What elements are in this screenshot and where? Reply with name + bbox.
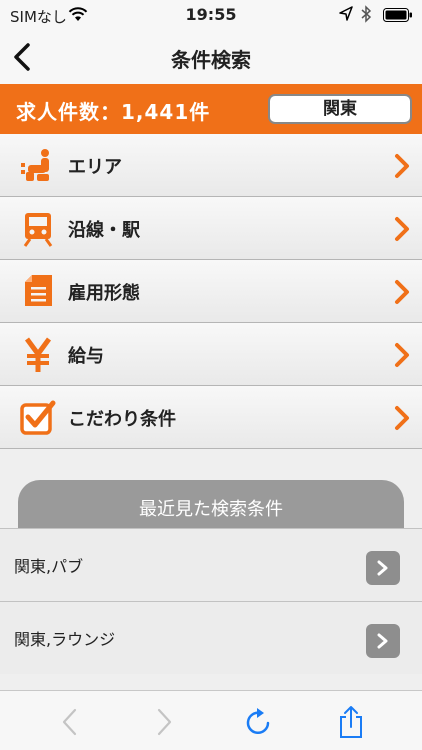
status-bar: SIMなし 19:55 — [0, 0, 422, 30]
menu-item-label: こだわり条件 — [68, 409, 176, 430]
menu-item-preferences[interactable]: こだわり条件 — [0, 386, 422, 449]
recent-search-label: 関東,ラウンジ — [14, 630, 116, 649]
region-button[interactable]: 関東 — [268, 94, 412, 124]
chevron-right-icon — [395, 406, 409, 430]
recent-search-go-button[interactable] — [366, 551, 400, 585]
menu-item-line-station[interactable]: 沿線・駅 — [0, 197, 422, 260]
search-condition-menu: エリア 沿線・駅 雇用形態 給与 こだわり条件 — [0, 134, 422, 449]
recent-search-item[interactable]: 関東,ラウンジ — [0, 601, 422, 674]
job-count-bar: 求人件数：1,441件 関東 — [0, 84, 422, 134]
checkbox-icon — [20, 400, 56, 435]
menu-item-label: エリア — [68, 157, 122, 178]
chevron-right-icon — [395, 280, 409, 304]
clock: 19:55 — [185, 5, 237, 24]
menu-item-label: 沿線・駅 — [68, 220, 140, 241]
chevron-right-icon — [395, 217, 409, 241]
battery-icon — [383, 8, 412, 22]
chevron-right-icon — [395, 343, 409, 367]
menu-item-employment-type[interactable]: 雇用形態 — [0, 260, 422, 323]
browser-toolbar — [0, 690, 422, 750]
location-icon — [339, 6, 353, 21]
chevron-right-icon — [377, 560, 388, 576]
menu-item-label: 給与 — [68, 346, 104, 367]
chevron-right-icon — [395, 154, 409, 178]
menu-item-salary[interactable]: 給与 — [0, 323, 422, 386]
reload-icon[interactable] — [241, 705, 275, 739]
bluetooth-icon — [361, 5, 372, 23]
chevron-right-icon — [377, 633, 388, 649]
menu-item-label: 雇用形態 — [68, 283, 140, 304]
job-count-text: 求人件数：1,441件 — [16, 100, 211, 124]
forward-arrow-icon[interactable] — [146, 705, 180, 739]
page-title: 条件検索 — [171, 48, 251, 72]
recent-search-go-button[interactable] — [366, 624, 400, 658]
train-icon — [23, 213, 53, 247]
menu-item-area[interactable]: エリア — [0, 134, 422, 197]
recent-search-label: 関東,パブ — [14, 557, 84, 576]
navigation-bar: 条件検索 — [0, 30, 422, 84]
area-person-icon — [21, 149, 49, 181]
recent-search-item[interactable]: 関東,パブ — [0, 528, 422, 601]
share-icon[interactable] — [334, 705, 368, 739]
yen-icon — [24, 337, 52, 372]
recent-searches-header: 最近見た検索条件 — [18, 480, 404, 528]
recent-searches-list: 関東,パブ 関東,ラウンジ — [0, 528, 422, 674]
back-arrow-icon[interactable] — [54, 705, 88, 739]
document-icon — [25, 275, 52, 306]
